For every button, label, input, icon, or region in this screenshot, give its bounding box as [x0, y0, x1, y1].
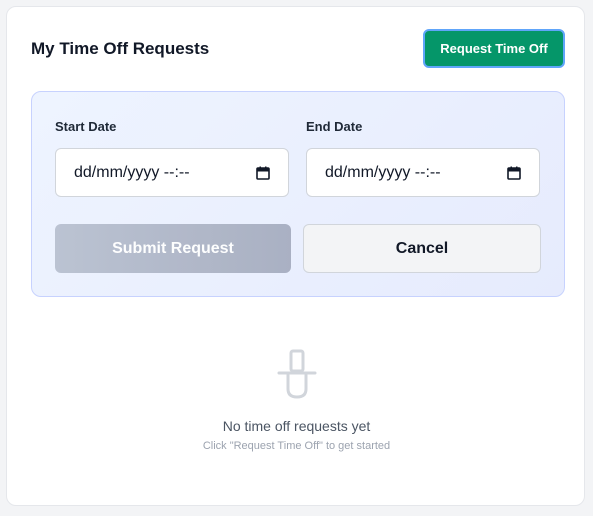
- calendar-icon[interactable]: [256, 166, 270, 180]
- start-date-input[interactable]: dd/mm/yyyy --:--: [55, 148, 289, 197]
- end-date-label: End Date: [306, 119, 363, 134]
- empty-state-subtitle: Click "Request Time Off" to get started: [202, 440, 391, 452]
- submit-request-button[interactable]: Submit Request: [55, 224, 291, 273]
- start-date-label: Start Date: [55, 119, 117, 134]
- request-time-off-button[interactable]: Request Time Off: [423, 29, 565, 68]
- start-date-value: dd/mm/yyyy --:--: [74, 163, 190, 181]
- time-off-card: My Time Off Requests Request Time Off St…: [6, 6, 585, 506]
- end-date-input[interactable]: dd/mm/yyyy --:--: [306, 148, 540, 197]
- empty-state-title: No time off requests yet: [222, 418, 371, 434]
- page-title: My Time Off Requests: [31, 39, 210, 58]
- calendar-icon[interactable]: [507, 166, 521, 180]
- request-form-panel: Start Date End Date dd/mm/yyyy --:-- dd/…: [31, 91, 565, 297]
- cancel-button[interactable]: Cancel: [303, 224, 541, 273]
- end-date-value: dd/mm/yyyy --:--: [325, 163, 441, 181]
- empty-requests-icon: [275, 349, 319, 401]
